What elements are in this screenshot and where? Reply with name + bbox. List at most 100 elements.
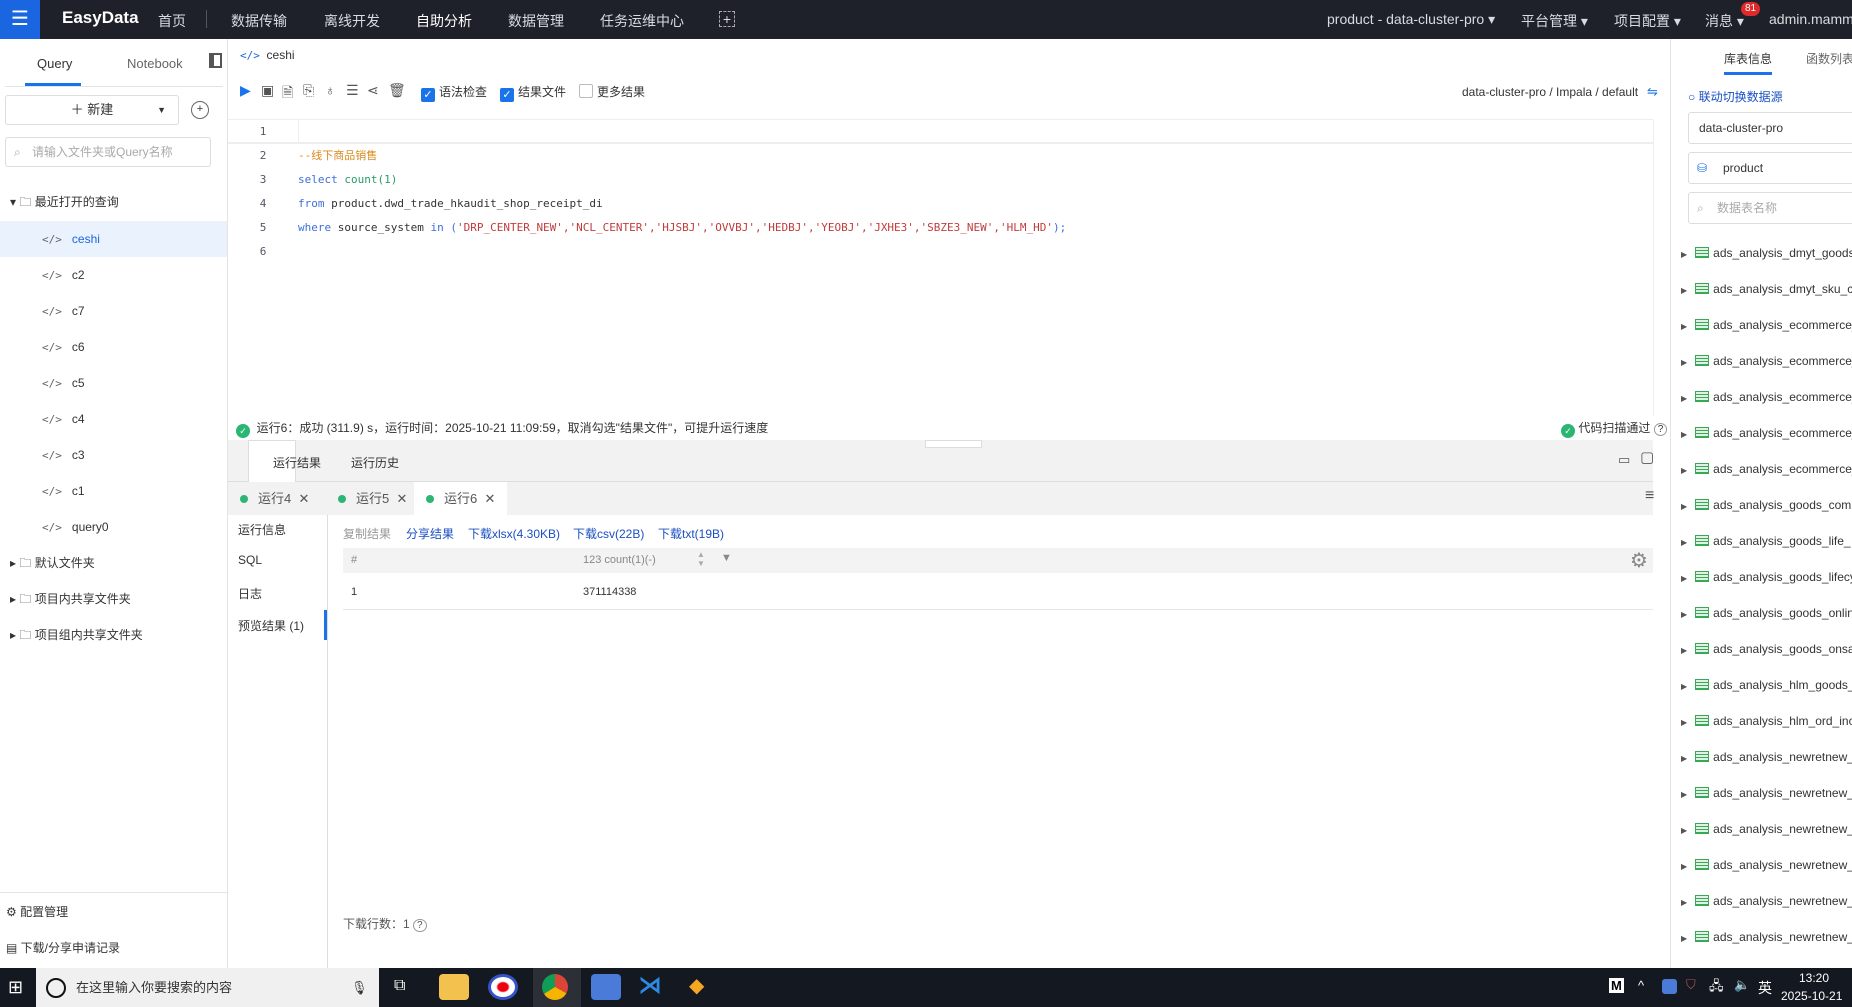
caret-right-icon[interactable]: ▶ [1681,610,1687,619]
m-tray-icon[interactable]: M [1609,978,1624,993]
mic-icon[interactable]: 🎙 [351,968,368,1007]
add-icon[interactable]: + [719,11,735,27]
user-menu[interactable]: admin.mammut [1769,11,1852,27]
editor-tab[interactable]: </> ceshi [240,48,295,62]
caret-right-icon[interactable]: ▶ [1681,790,1687,799]
close-icon[interactable]: ✕ [484,491,495,506]
table-item[interactable]: ▶ ads_analysis_newretnew_ [1681,739,1852,775]
recorder-app-icon[interactable] [488,974,518,1000]
subnav-run-info[interactable]: 运行信息 [238,521,286,538]
tab-run-history[interactable]: 运行历史 [351,454,399,471]
tab-table-info[interactable]: 库表信息 [1724,50,1772,67]
caret-right-icon[interactable]: ▶ [1681,394,1687,403]
linked-switch-link[interactable]: ○ 联动切换数据源 [1688,88,1783,105]
tab-run-results[interactable]: 运行结果 [273,454,321,471]
folder-recent[interactable]: ▾ 🗀 最近打开的查询 [0,184,227,220]
query-item[interactable]: </> query0 [0,509,227,545]
tab-functions[interactable]: 函数列表 [1806,50,1852,67]
cluster-select[interactable]: data-cluster-pro [1688,112,1852,144]
settings-gear-icon[interactable]: ⚙ [1630,548,1648,573]
tab-notebook[interactable]: Notebook [127,56,183,71]
remote-desktop-icon[interactable] [591,974,621,1000]
resize-handle[interactable] [925,440,982,448]
table-item[interactable]: ▶ ads_analysis_newretnew_ [1681,775,1852,811]
more-results-checkbox[interactable]: 更多结果 [579,83,645,100]
caret-right-icon[interactable]: ▶ [1681,898,1687,907]
syntax-check-checkbox[interactable]: ✓ 语法检查 [421,83,487,102]
download-txt[interactable]: 下载txt(19B) [658,525,724,542]
shield-icon[interactable]: ⛉ [1686,977,1696,993]
table-item[interactable]: ▶ ads_analysis_dmyt_goods [1681,235,1852,271]
table-item[interactable]: ▶ ads_analysis_ecommerce_ [1681,451,1852,487]
caret-right-icon[interactable]: ▶ [1681,430,1687,439]
column-header[interactable]: 123 count(1)(-) [583,554,656,566]
folder-group-shared[interactable]: ▸ 🗀 项目组内共享文件夹 [0,617,227,653]
nav-offline-dev[interactable]: 离线开发 [324,11,380,31]
nav-self-analysis[interactable]: 自助分析 [416,11,472,31]
help-icon[interactable]: ? [1653,423,1668,436]
caret-right-icon[interactable]: ▶ [1681,934,1687,943]
caret-right-icon[interactable]: ▶ [1681,250,1687,259]
subnav-log[interactable]: 日志 [238,585,262,602]
folder-project-shared[interactable]: ▸ 🗀 项目内共享文件夹 [0,581,227,617]
table-item[interactable]: ▶ ads_analysis_ecommerce_ [1681,379,1852,415]
sketch-app-icon[interactable]: ◆ [689,973,704,998]
file-explorer-icon[interactable] [439,974,469,1000]
network-icon[interactable]: 🖧 [1709,977,1724,999]
run-tab[interactable]: 运行4 ✕ [228,482,321,515]
query-item[interactable]: </> c6 [0,329,227,365]
table-item[interactable]: ▶ ads_analysis_goods_life_ [1681,523,1851,559]
ime-indicator[interactable]: 英 [1758,978,1772,998]
filter-icon[interactable]: ▼ [721,552,732,564]
close-icon[interactable]: ✕ [396,491,407,506]
query-item[interactable]: </> ceshi [0,221,227,257]
new-button[interactable]: ＋ 新建 ▼ [5,95,179,125]
download-csv[interactable]: 下载csv(22B) [573,525,644,542]
vscode-icon[interactable]: ⋊ [638,971,662,1000]
download-share-records[interactable]: ▤ 下载/分享申请记录 [0,930,227,966]
caret-right-icon[interactable]: ▶ [1681,466,1687,475]
table-item[interactable]: ▶ ads_analysis_newretnew_ [1681,811,1852,847]
table-item[interactable]: ▶ ads_analysis_newretnew_ [1681,883,1852,919]
windows-start-icon[interactable]: ⊞ [8,977,23,998]
run-icon[interactable]: ▶ [240,82,251,99]
volume-icon[interactable]: 🔈 [1734,977,1750,993]
collapse-panel-icon[interactable] [209,53,222,68]
query-item[interactable]: </> c5 [0,365,227,401]
project-dropdown[interactable]: product - data-cluster-pro ▾ [1327,11,1495,28]
caret-right-icon[interactable]: ▶ [1681,826,1687,835]
run-selected-icon[interactable]: ▣ [261,82,274,99]
format-icon[interactable]: ☰ [346,82,359,99]
download-xlsx[interactable]: 下载xlsx(4.30KB) [468,525,560,542]
table-search-input[interactable]: ⌕ 数据表名称 [1688,192,1852,224]
table-item[interactable]: ▶ ads_analysis_ecommerce_ [1681,343,1852,379]
scrollbar[interactable] [1653,120,1665,416]
config-dropdown[interactable]: 项目配置 ▾ [1614,11,1681,31]
folder-default[interactable]: ▸ 🗀 默认文件夹 [0,545,227,581]
table-item[interactable]: ▶ ads_analysis_dmyt_sku_c [1681,271,1852,307]
share-result[interactable]: 分享结果 [406,525,454,542]
caret-right-icon[interactable]: ▶ [1681,502,1687,511]
subnav-preview[interactable]: 预览结果 (1) [238,617,304,634]
caret-right-icon[interactable]: ▶ [1681,682,1687,691]
task-view-icon[interactable]: ⧉ [394,977,405,995]
caret-right-icon[interactable]: ▶ [1681,646,1687,655]
clock-date[interactable]: 2025-10-21 [1781,989,1842,1003]
result-file-checkbox[interactable]: ✓ 结果文件 [500,83,566,102]
minimize-icon[interactable]: ▭ [1618,452,1630,468]
switch-icon[interactable]: ⇋ [1647,84,1658,100]
nav-data-transfer[interactable]: 数据传输 [231,11,287,31]
caret-right-icon[interactable]: ▶ [1681,286,1687,295]
taskbar-search[interactable]: 在这里输入你要搜索的内容 🎙 [36,968,379,1007]
hint-icon[interactable]: ♁ [325,82,336,98]
caret-right-icon[interactable]: ▶ [1681,718,1687,727]
nav-home[interactable]: 首页 [158,11,186,31]
caret-right-icon[interactable]: ▶ [1681,862,1687,871]
caret-right-icon[interactable]: ▶ [1681,538,1687,547]
tray-app-icon[interactable] [1662,979,1677,994]
query-item[interactable]: </> c1 [0,473,227,509]
share-icon[interactable]: ⋖ [367,82,379,99]
query-item[interactable]: </> c3 [0,437,227,473]
caret-right-icon[interactable]: ▶ [1681,754,1687,763]
locate-icon[interactable]: + [191,101,209,119]
